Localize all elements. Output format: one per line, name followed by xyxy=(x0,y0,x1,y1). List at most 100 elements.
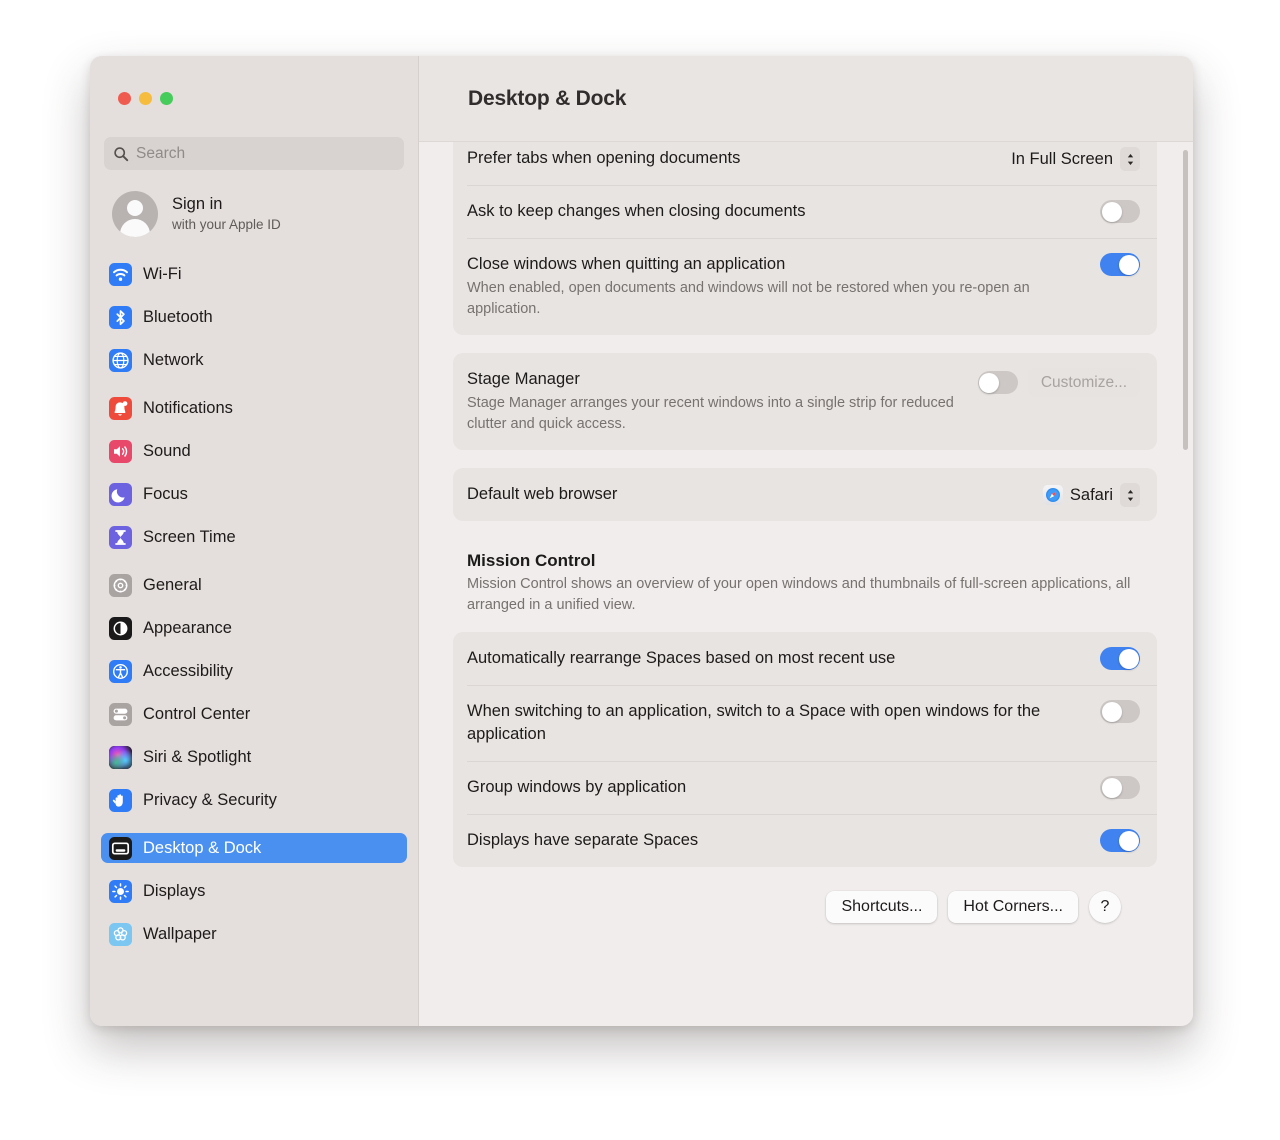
sidebar-item-label: Wi-Fi xyxy=(143,264,182,283)
rearrange-spaces-toggle[interactable] xyxy=(1100,647,1140,670)
setting-label: When switching to an application, switch… xyxy=(467,702,1041,743)
sidebar-item-network[interactable]: Network xyxy=(101,345,407,375)
search-container xyxy=(90,105,418,170)
hot-corners-button[interactable]: Hot Corners... xyxy=(948,891,1078,923)
gear-icon xyxy=(109,573,132,597)
sidebar-item-control-center[interactable]: Control Center xyxy=(101,699,407,729)
sidebar-item-label: Accessibility xyxy=(143,661,233,680)
customize-button[interactable]: Customize... xyxy=(1027,368,1140,397)
help-button[interactable]: ? xyxy=(1089,891,1121,923)
setting-label: Automatically rearrange Spaces based on … xyxy=(467,649,896,667)
stage-manager-card: Stage Manager Stage Manager arranges you… xyxy=(453,353,1157,450)
sidebar: Sign in with your Apple ID Wi-Fi xyxy=(90,56,419,1026)
footer-buttons: Shortcuts... Hot Corners... ? xyxy=(453,885,1157,923)
sidebar-item-label: Displays xyxy=(143,881,206,900)
sign-in-subtitle: with your Apple ID xyxy=(172,216,281,232)
settings-scroll-area[interactable]: Prefer tabs when opening documents In Fu… xyxy=(419,142,1193,1026)
minimize-window-button[interactable] xyxy=(139,92,152,105)
setting-description: When enabled, open documents and windows… xyxy=(467,280,1030,317)
sidebar-item-siri-spotlight[interactable]: Siri & Spotlight xyxy=(101,742,407,772)
setting-label: Group windows by application xyxy=(467,778,687,796)
sidebar-item-label: Control Center xyxy=(143,704,251,723)
switch-to-space-toggle[interactable] xyxy=(1100,700,1140,723)
windows-settings-card: Prefer tabs when opening documents In Fu… xyxy=(453,142,1157,335)
default-browser-card: Default web browser Safari xyxy=(453,468,1157,521)
zoom-window-button[interactable] xyxy=(160,92,173,105)
setting-row-prefer-tabs: Prefer tabs when opening documents In Fu… xyxy=(453,142,1157,185)
sidebar-item-label: General xyxy=(143,575,202,594)
close-window-button[interactable] xyxy=(118,92,131,105)
bluetooth-icon xyxy=(109,305,132,329)
sidebar-item-label: Desktop & Dock xyxy=(143,838,262,857)
setting-row-rearrange-spaces: Automatically rearrange Spaces based on … xyxy=(453,632,1157,685)
setting-row-group-windows: Group windows by application xyxy=(453,761,1157,814)
avatar xyxy=(112,191,158,237)
stage-manager-toggle[interactable] xyxy=(977,371,1018,394)
wallpaper-icon xyxy=(109,922,132,946)
sidebar-item-wi-fi[interactable]: Wi-Fi xyxy=(101,259,407,289)
sidebar-item-accessibility[interactable]: Accessibility xyxy=(101,656,407,686)
accessibility-icon xyxy=(109,659,132,683)
wifi-icon xyxy=(109,262,132,286)
sidebar-item-label: Bluetooth xyxy=(143,307,213,326)
sidebar-item-screen-time[interactable]: Screen Time xyxy=(101,522,407,552)
siri-icon xyxy=(109,745,132,769)
separate-spaces-toggle[interactable] xyxy=(1100,829,1140,852)
chevron-up-down-icon xyxy=(1120,147,1140,171)
setting-label: Close windows when quitting an applicati… xyxy=(467,255,786,273)
group-windows-toggle[interactable] xyxy=(1100,776,1140,799)
sign-in-title: Sign in xyxy=(172,194,223,213)
sidebar-item-privacy-security[interactable]: Privacy & Security xyxy=(101,785,407,815)
sidebar-item-sound[interactable]: Sound xyxy=(101,436,407,466)
sidebar-item-bluetooth[interactable]: Bluetooth xyxy=(101,302,407,332)
sidebar-group-preferences: General Appearance Accessibility Control… xyxy=(101,570,407,815)
appearance-icon xyxy=(109,616,132,640)
safari-icon xyxy=(1042,485,1063,505)
shortcuts-button[interactable]: Shortcuts... xyxy=(826,891,938,923)
moon-icon xyxy=(109,482,132,506)
control-center-icon xyxy=(109,702,132,726)
mission-control-card: Automatically rearrange Spaces based on … xyxy=(453,632,1157,867)
sidebar-item-label: Privacy & Security xyxy=(143,790,277,809)
section-description: Mission Control shows an overview of you… xyxy=(467,576,1131,613)
sidebar-item-notifications[interactable]: Notifications xyxy=(101,393,407,423)
popup-value: Safari xyxy=(1069,485,1113,504)
sidebar-item-label: Appearance xyxy=(143,618,232,637)
speaker-icon xyxy=(109,439,132,463)
sidebar-item-label: Wallpaper xyxy=(143,924,217,943)
apple-id-sign-in[interactable]: Sign in with your Apple ID xyxy=(90,170,418,237)
setting-label: Prefer tabs when opening documents xyxy=(467,149,741,167)
sidebar-group-system: Notifications Sound Focus Screen Time xyxy=(101,393,407,552)
sidebar-item-label: Sound xyxy=(143,441,191,460)
sidebar-item-displays[interactable]: Displays xyxy=(101,876,407,906)
sidebar-item-label: Notifications xyxy=(143,398,233,417)
sidebar-item-focus[interactable]: Focus xyxy=(101,479,407,509)
sidebar-item-desktop-dock[interactable]: Desktop & Dock xyxy=(101,833,407,863)
chevron-up-down-icon xyxy=(1120,483,1140,507)
setting-label: Default web browser xyxy=(467,485,618,503)
mission-control-section-header: Mission Control Mission Control shows an… xyxy=(453,539,1157,618)
sidebar-nav: Wi-Fi Bluetooth Network Notifications So… xyxy=(90,237,418,949)
setting-label: Displays have separate Spaces xyxy=(467,831,699,849)
ask-keep-changes-toggle[interactable] xyxy=(1100,200,1140,223)
search-field[interactable] xyxy=(104,137,404,170)
close-windows-toggle[interactable] xyxy=(1100,253,1140,276)
setting-row-close-windows: Close windows when quitting an applicati… xyxy=(453,238,1157,335)
prefer-tabs-popup-button[interactable]: In Full Screen xyxy=(1011,147,1140,171)
page-title: Desktop & Dock xyxy=(468,86,627,110)
sidebar-item-appearance[interactable]: Appearance xyxy=(101,613,407,643)
vertical-scrollbar[interactable] xyxy=(1183,150,1188,450)
setting-row-switch-to-space: When switching to an application, switch… xyxy=(453,685,1157,761)
setting-label: Ask to keep changes when closing documen… xyxy=(467,202,806,220)
sidebar-item-general[interactable]: General xyxy=(101,570,407,600)
traffic-light-buttons xyxy=(90,56,418,105)
popup-value: In Full Screen xyxy=(1011,149,1113,168)
default-browser-popup-button[interactable]: Safari xyxy=(1042,483,1140,507)
sidebar-item-label: Siri & Spotlight xyxy=(143,747,252,766)
sidebar-item-wallpaper[interactable]: Wallpaper xyxy=(101,919,407,949)
globe-icon xyxy=(109,348,132,372)
sidebar-group-desktop: Desktop & Dock Displays Wallpaper xyxy=(101,833,407,949)
search-input[interactable] xyxy=(136,144,395,163)
section-title: Mission Control xyxy=(467,551,596,570)
hourglass-icon xyxy=(109,525,132,549)
